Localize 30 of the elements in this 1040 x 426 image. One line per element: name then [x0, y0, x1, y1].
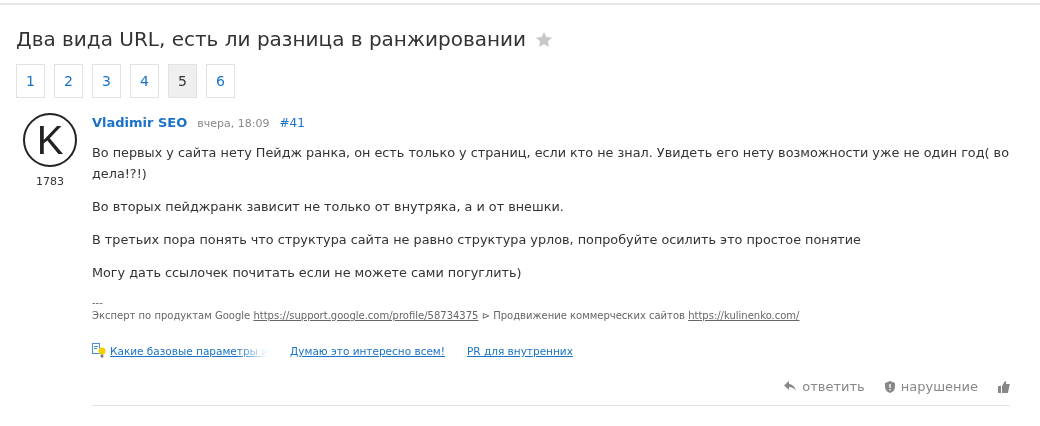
- star-icon[interactable]: [536, 31, 552, 47]
- page-button[interactable]: 4: [130, 64, 159, 98]
- post-paragraph: В третьих пора понять что структура сайта не равно структура урлов, попробуйте осилить это простое понятие: [92, 231, 862, 249]
- thumbs-up-icon: [998, 380, 1010, 393]
- post-paragraph: Во первых у сайта нету Пейдж ранка, он есть только у страниц, если кто не знал. Увидеть его нету возможности уже не один год( во дела!?!): [92, 144, 1010, 183]
- page-button[interactable]: 2: [54, 64, 83, 98]
- lightbulb-icon: [92, 343, 106, 359]
- shield-icon: [884, 380, 895, 393]
- post-paragraph: Во вторых пейджранк зависит не только от внутряка, а и от внешки.: [92, 198, 565, 216]
- post-number-link[interactable]: #41: [279, 116, 305, 130]
- page-button[interactable]: 6: [206, 64, 235, 98]
- post-paragraph: Могу дать ссылочек почитать если не можете сами погуглить): [92, 264, 523, 282]
- author-link[interactable]: Vladimir SEO: [92, 115, 188, 130]
- signature-text: Эксперт по продуктам Google https://support.google.com/profile/58734375 ⊳ Продвижение коммерческих сайтов https://kulinenko.com/: [92, 310, 801, 321]
- page-button[interactable]: 3: [92, 64, 121, 98]
- user-rating: 1783: [36, 175, 64, 188]
- reply-button[interactable]: ответить: [784, 379, 865, 394]
- thread-title: Два вида URL, есть ли разница в ранжировании: [16, 27, 526, 51]
- related-link[interactable]: Думаю это интересно всем!: [290, 345, 445, 357]
- avatar: K: [23, 113, 77, 167]
- report-button[interactable]: нарушение: [884, 379, 978, 394]
- like-button[interactable]: [998, 379, 1010, 394]
- page-button[interactable]: 5: [168, 64, 197, 98]
- site-link[interactable]: https://kulinenko.com/: [688, 310, 800, 321]
- profile-link[interactable]: https://support.google.com/profile/58734375: [253, 310, 479, 321]
- post-time: вчера, 18:09: [197, 117, 270, 130]
- related-link[interactable]: PR для внутренних: [467, 345, 573, 357]
- signature-separator: ---: [92, 297, 104, 308]
- reply-icon: [784, 381, 797, 392]
- page-button[interactable]: 1: [16, 64, 45, 98]
